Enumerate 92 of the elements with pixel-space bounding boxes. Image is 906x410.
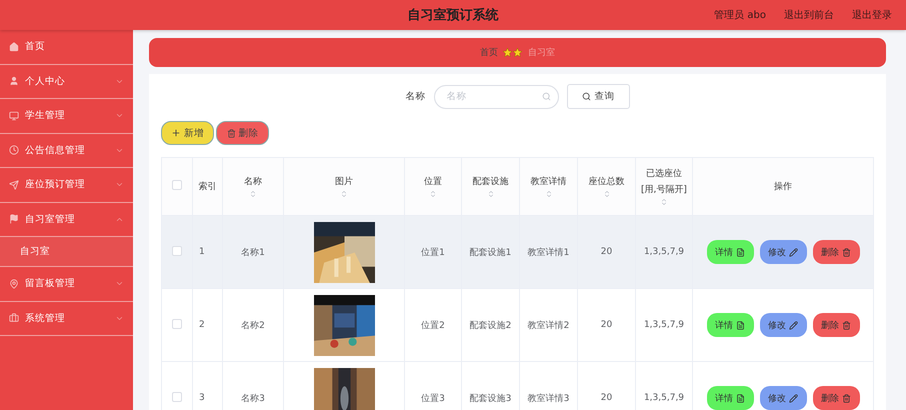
table-cell: 教室详情3 [520,362,578,410]
sort-icon [544,190,552,198]
sidebar-item[interactable]: 系统管理 [0,302,133,336]
column-header[interactable]: 图片 [284,158,404,216]
sort-icon [429,190,437,198]
table-cell: 名称1 [222,216,284,288]
home-icon [9,42,19,52]
table-cell: 教室详情1 [520,216,578,288]
detail-button[interactable]: 详情 [706,240,754,264]
edit-button[interactable]: 修改 [760,386,806,410]
trash-icon [842,394,851,402]
sidebar-subitem[interactable]: 自习室 [0,237,133,267]
header-link[interactable]: 退出到前台 [784,8,834,22]
checkbox[interactable] [172,318,182,328]
column-header[interactable]: 位置 [404,158,462,216]
sort-icon [660,198,668,206]
table-row[interactable]: 3 名称3 位置3 配套设施3 教室详情3 20 1,3,5,7,9 详情 修改 删除 [162,362,874,410]
column-header: 索引 [192,158,222,216]
search-field[interactable]: 名称 [434,84,558,108]
sidebar-item[interactable]: 座位预订管理 [0,168,133,202]
pencil-icon [789,394,798,402]
monitor-icon [9,110,19,121]
sort-icon [249,190,257,198]
table-cell: 20 [578,216,636,288]
flag-icon [9,214,19,224]
sort-icon [340,190,348,198]
table-row[interactable]: 1 名称1 位置1 配套设施1 教室详情1 20 1,3,5,7,9 详情 修改 删除 [162,216,874,288]
table-row[interactable]: 2 名称2 位置2 配套设施2 教室详情2 20 1,3,5,7,9 详情 修改 删除 [162,288,874,362]
add-button[interactable]: 新增 [161,121,214,145]
detail-button[interactable]: 详情 [706,386,754,410]
header-link[interactable]: 管理员 abo [714,8,766,22]
trash-icon [226,128,236,138]
table-cell: 名称3 [222,362,284,410]
table-cell: 3 [192,362,222,410]
sort-icon [486,190,494,198]
table-cell: 20 [578,362,636,410]
checkbox[interactable] [172,246,182,256]
header-link[interactable]: 退出登录 [852,8,892,22]
table-cell: 1,3,5,7,9 [636,216,692,288]
table-cell: 名称2 [222,288,284,362]
search-icon [582,92,590,101]
table-cell: 配套设施3 [462,362,520,410]
paper-plane-icon [9,180,19,190]
table-cell: 1 [192,216,222,288]
delete-button[interactable]: 删除 [812,386,860,410]
person-icon [9,76,19,86]
search-label: 名称 [406,90,426,103]
pencil-icon [789,320,798,330]
briefcase-icon [9,313,19,324]
trash-icon [842,248,851,256]
table-cell: 1,3,5,7,9 [636,362,692,410]
table-cell: 位置2 [404,288,462,362]
sidebar-item[interactable]: 个人中心 [0,64,133,99]
sidebar-item[interactable]: 公告信息管理 [0,134,133,168]
table-cell: 配套设施1 [462,216,520,288]
sort-icon [602,190,610,198]
delete-button[interactable]: 删除 [812,240,860,264]
query-button[interactable]: 查询 [566,84,630,109]
app-title: 自习室预订系统 [408,6,498,24]
document-icon [736,394,745,402]
table-cell: 2 [192,288,222,362]
edit-button[interactable]: 修改 [760,313,806,337]
column-header[interactable]: 教室详情 [520,158,578,216]
search-icon [542,92,550,100]
sidebar-item[interactable]: 留言板管理 [0,267,133,302]
trash-icon [842,320,851,330]
sidebar-item[interactable]: 首页 [0,30,133,64]
checkbox[interactable] [172,180,182,190]
column-header: 操作 [692,158,874,216]
clock-icon [9,145,19,156]
table-cell: 位置3 [404,362,462,410]
column-header[interactable]: 已选座位[用,号隔开] [636,158,692,216]
pencil-icon [789,248,798,256]
pin-icon [9,278,19,289]
column-header[interactable]: 配套设施 [462,158,520,216]
document-icon [736,248,745,256]
document-icon [736,320,745,330]
delete-button[interactable]: 删除 [216,121,269,145]
checkbox[interactable] [172,392,182,402]
table-cell: 配套设施2 [462,288,520,362]
column-header[interactable]: 名称 [222,158,284,216]
detail-button[interactable]: 详情 [706,313,754,337]
column-header[interactable]: 座位总数 [578,158,636,216]
table-cell: 教室详情2 [520,288,578,362]
delete-button[interactable]: 删除 [812,313,860,337]
table-cell: 20 [578,288,636,362]
table-cell: 1,3,5,7,9 [636,288,692,362]
stars-icon [503,48,523,57]
plus-icon [171,128,181,138]
sidebar-item[interactable]: 学生管理 [0,99,133,134]
table-cell: 位置1 [404,216,462,288]
edit-button[interactable]: 修改 [760,240,806,264]
